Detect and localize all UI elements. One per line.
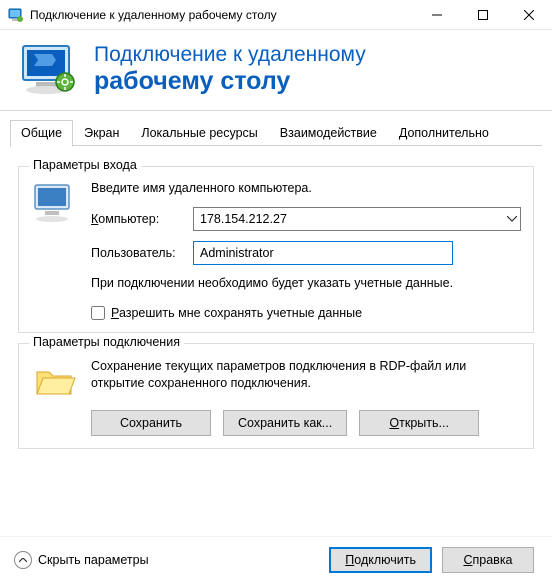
tab-experience[interactable]: Взаимодействие	[269, 120, 388, 147]
hide-options-link[interactable]: Скрыть параметры	[14, 551, 149, 569]
footer: Скрыть параметры Подключить Справка	[0, 536, 552, 587]
window-title: Подключение к удаленному рабочему столу	[30, 8, 414, 22]
rdp-icon	[8, 7, 24, 23]
help-button[interactable]: Справка	[442, 547, 534, 573]
credentials-note: При подключении необходимо будет указать…	[91, 275, 521, 292]
login-group-title: Параметры входа	[29, 158, 141, 172]
header-line1: Подключение к удаленному	[94, 43, 366, 67]
close-button[interactable]	[506, 0, 552, 30]
connection-group: Параметры подключения Сохранение текущих…	[18, 343, 534, 449]
connection-note: Сохранение текущих параметров подключени…	[91, 358, 521, 392]
tab-display[interactable]: Экран	[73, 120, 130, 147]
login-group: Параметры входа Введите имя удаленного к…	[18, 166, 534, 333]
titlebar: Подключение к удаленному рабочему столу	[0, 0, 552, 30]
connect-button[interactable]: Подключить	[329, 547, 432, 573]
tab-advanced[interactable]: Дополнительно	[388, 120, 500, 147]
computer-input[interactable]	[193, 207, 521, 231]
folder-icon	[31, 358, 77, 404]
rdp-large-icon	[18, 42, 78, 96]
header-line2: рабочему столу	[94, 67, 366, 96]
connection-group-title: Параметры подключения	[29, 335, 184, 349]
save-credentials-checkbox[interactable]	[91, 306, 105, 320]
computer-label: Компьютер:	[91, 212, 187, 226]
tab-general[interactable]: Общие	[10, 120, 73, 147]
save-credentials-label: Разрешить мне сохранять учетные данные	[111, 306, 362, 320]
open-button[interactable]: Открыть...	[359, 410, 479, 436]
save-button[interactable]: Сохранить	[91, 410, 211, 436]
hide-options-label: Скрыть параметры	[38, 553, 149, 567]
username-input[interactable]	[193, 241, 453, 265]
tab-content: Параметры входа Введите имя удаленного к…	[0, 146, 552, 457]
tab-local-resources[interactable]: Локальные ресурсы	[130, 120, 268, 147]
login-instruction: Введите имя удаленного компьютера.	[91, 181, 521, 195]
header: Подключение к удаленному рабочему столу	[0, 30, 552, 110]
computer-icon	[31, 181, 77, 227]
maximize-button[interactable]	[460, 0, 506, 30]
save-as-button[interactable]: Сохранить как...	[223, 410, 347, 436]
minimize-button[interactable]	[414, 0, 460, 30]
chevron-up-icon	[14, 551, 32, 569]
user-label: Пользователь:	[91, 246, 187, 260]
header-text: Подключение к удаленному рабочему столу	[94, 43, 366, 96]
tabs: Общие Экран Локальные ресурсы Взаимодейс…	[0, 111, 552, 146]
